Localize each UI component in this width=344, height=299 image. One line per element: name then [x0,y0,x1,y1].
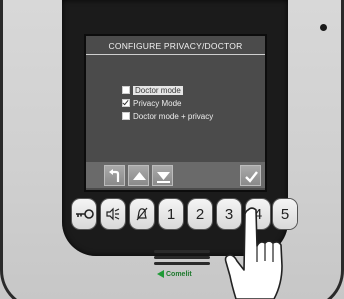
pointing-hand-icon [224,207,283,299]
status-led [320,24,327,31]
confirm-check-icon [245,171,258,183]
back-arrow-icon [109,169,120,182]
number-key-2[interactable]: 2 [188,199,212,229]
option-label: Doctor mode + privacy [133,111,214,121]
mute-bell-button[interactable] [130,199,154,229]
option-privacy-mode[interactable]: Privacy Mode [122,98,181,108]
display-screen: CONFIGURE PRIVACY/DOCTOR Doctor mode Pri… [84,34,267,192]
speaker-icon [106,207,120,221]
down-arrow-icon [157,172,170,183]
down-button[interactable] [152,165,173,186]
up-button[interactable] [128,165,149,186]
softkey-bar [86,162,265,188]
speaker-grille-line [154,256,210,259]
up-arrow-icon [133,172,146,180]
option-label: Privacy Mode [133,98,182,108]
checkbox-doctor-mode[interactable] [122,86,130,94]
brand-mark-icon [157,270,164,278]
door-key-button[interactable] [72,199,96,229]
speaker-grille-line [154,250,210,253]
title-divider [86,54,265,55]
screen-title: CONFIGURE PRIVACY/DOCTOR [108,41,243,51]
back-button[interactable] [104,165,125,186]
brand-logo: Comelit [157,270,192,278]
bell-mute-icon [136,207,148,221]
speaker-grille-line [154,262,210,265]
option-doctor-mode-privacy[interactable]: Doctor mode + privacy [122,111,213,121]
option-doctor-mode[interactable]: Doctor mode [122,85,183,95]
number-key-1[interactable]: 1 [159,199,183,229]
key-icon [76,209,94,219]
confirm-button[interactable] [240,165,261,186]
checkbox-privacy-mode[interactable] [122,99,130,107]
brand-name: Comelit [166,270,192,278]
checkbox-doctor-mode-privacy[interactable] [122,112,130,120]
audio-button[interactable] [101,199,125,229]
intercom-device: CONFIGURE PRIVACY/DOCTOR Doctor mode Pri… [0,0,344,299]
option-label: Doctor mode [133,85,183,95]
